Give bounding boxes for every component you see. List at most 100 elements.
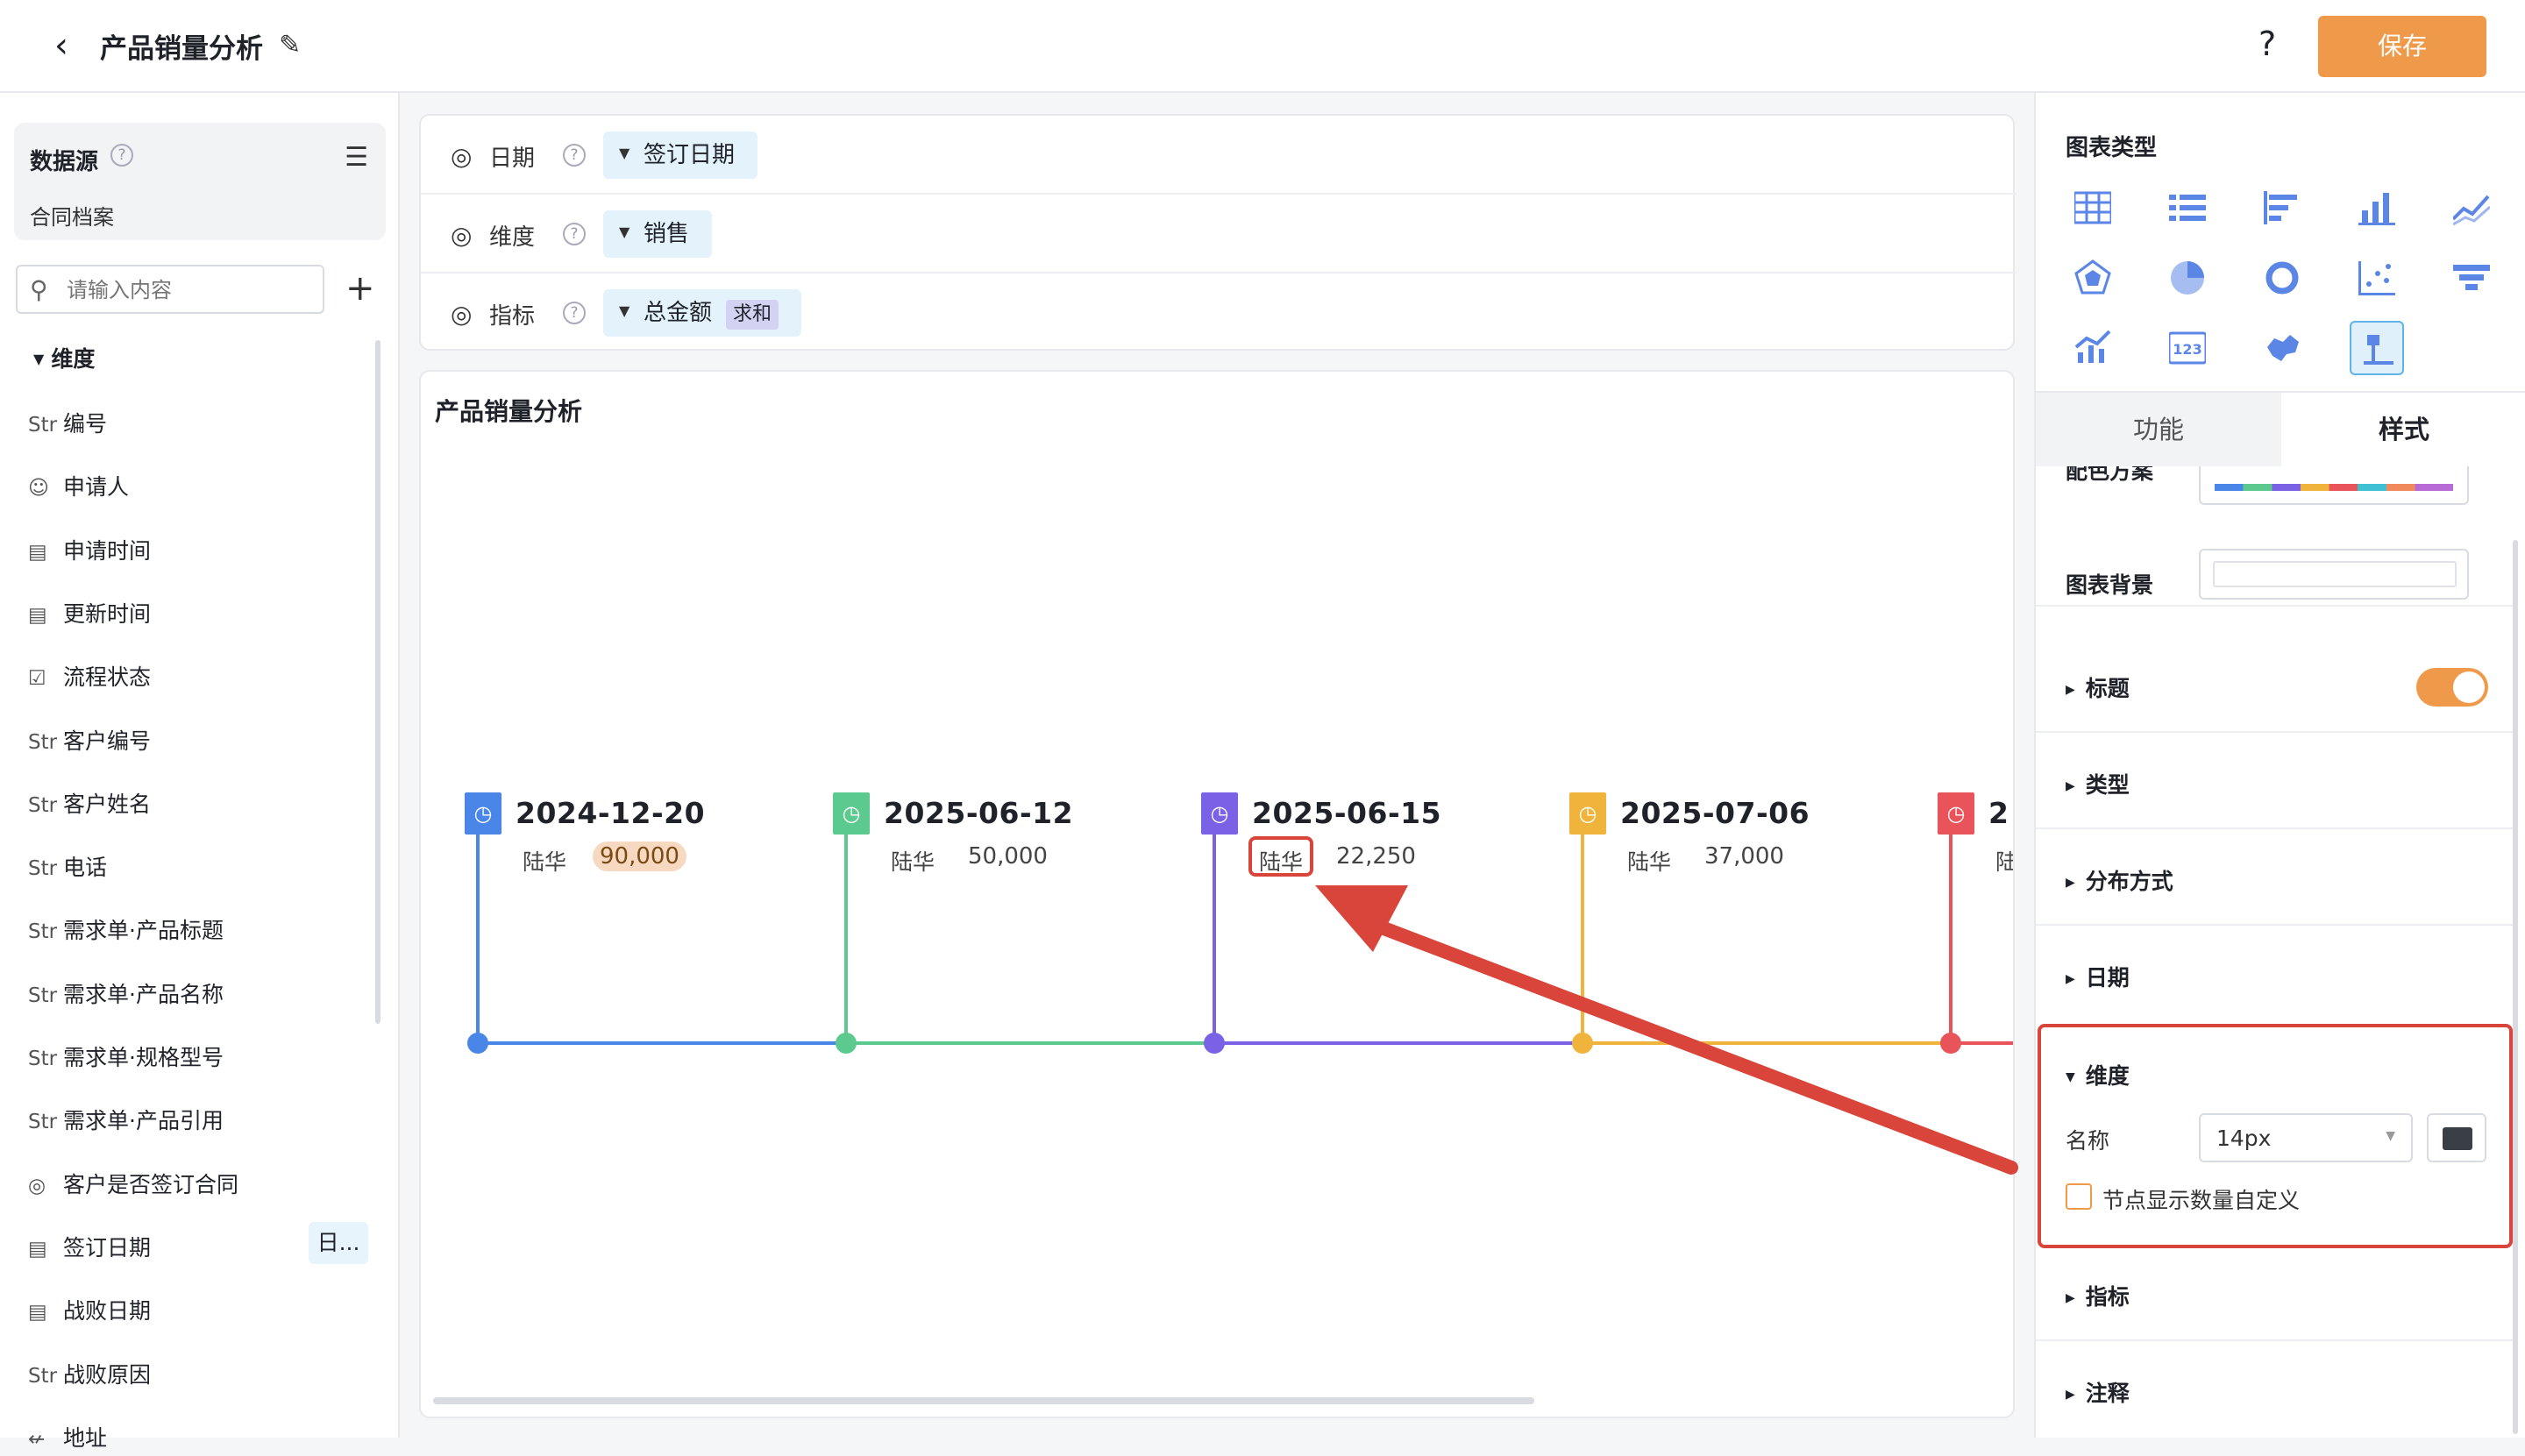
bar-horizontal-icon[interactable] — [2255, 181, 2309, 235]
svg-text:123: 123 — [2173, 341, 2201, 358]
metric-field-pill[interactable]: ▼ 总金额 求和 — [603, 289, 802, 337]
caret-down-icon: ▼ — [33, 351, 45, 367]
field-search-input[interactable] — [67, 273, 312, 307]
field-item[interactable]: ▤ 申请时间 — [28, 534, 151, 569]
help-circle-icon[interactable]: ? — [110, 144, 133, 167]
edit-pencil-icon[interactable]: ✎ — [279, 30, 301, 60]
line-chart-icon[interactable] — [2444, 181, 2499, 235]
left-scrollbar[interactable] — [375, 340, 381, 1024]
chart-config-card: ◎ 日期 ? ▼ 签订日期 ◎ 维度 ? ▼ 销售 ◎ 指标 ? ▼ 总金额 求和 — [419, 114, 2016, 351]
chart-horizontal-scrollbar[interactable] — [433, 1397, 1534, 1404]
node-date: 2 — [1988, 796, 2009, 830]
database-icon[interactable]: ☰ — [345, 142, 368, 173]
donut-chart-icon[interactable] — [2255, 251, 2309, 305]
help-circle-icon[interactable]: ? — [563, 144, 586, 167]
clock-icon: ◷ — [833, 792, 870, 835]
timeline-dot[interactable] — [1204, 1033, 1225, 1054]
field-item[interactable]: ▤ 签订日期 日... — [28, 1221, 368, 1266]
string-icon: Str — [28, 414, 58, 437]
timeline-dot[interactable] — [1572, 1033, 1593, 1054]
clock-icon: ◷ — [1938, 792, 1974, 835]
number-card-icon[interactable]: 123 — [2160, 321, 2215, 375]
radar-icon[interactable] — [2066, 251, 2120, 305]
right-panel: 图表类型 123 功能 样式 配色方案 图表背景 ▶ 标题 ▶ 类型 ▶ 分布方式 ▶… — [2034, 93, 2525, 1438]
title-section[interactable]: ▶ 标题 — [2036, 636, 2514, 733]
scatter-icon[interactable] — [2350, 251, 2404, 305]
field-item[interactable]: ↚ 地址 — [28, 1421, 107, 1456]
field-item[interactable]: Str 需求单·产品标题 — [28, 913, 224, 948]
date-section[interactable]: ▶ 日期 — [2036, 926, 2514, 1022]
field-name: 流程状态 — [63, 664, 152, 691]
toggle-knob — [2453, 671, 2485, 703]
tab-style[interactable]: 样式 — [2281, 393, 2525, 466]
list-icon[interactable] — [2160, 181, 2215, 235]
node-dimension-label: 陆华 — [1627, 849, 1672, 875]
chart-background-input[interactable] — [2199, 549, 2469, 600]
timeline-segment — [1583, 1041, 1951, 1045]
timeline-dot[interactable] — [836, 1033, 857, 1054]
target-icon: ◎ — [451, 221, 473, 250]
field-name: 编号 — [63, 411, 108, 437]
caret-down-icon: ▼ — [619, 224, 630, 240]
annotation-section[interactable]: ▶ 注释 — [2036, 1341, 2514, 1438]
field-item[interactable]: Str 战败原因 — [28, 1358, 151, 1393]
distribution-section[interactable]: ▶ 分布方式 — [2036, 829, 2514, 926]
field-item[interactable]: Str 需求单·产品名称 — [28, 977, 224, 1012]
timeline-icon[interactable] — [2350, 321, 2404, 375]
field-item[interactable]: Str 需求单·产品引用 — [28, 1104, 224, 1139]
right-scrollbar[interactable] — [2513, 540, 2518, 1434]
location-icon: ↚ — [28, 1427, 46, 1451]
annotation-highlight-box — [1248, 836, 1313, 877]
aggregation-badge[interactable]: 求和 — [726, 300, 779, 330]
datasource-card: 数据源 ? ☰ 合同档案 — [14, 123, 386, 240]
tab-function[interactable]: 功能 — [2036, 393, 2281, 466]
field-item[interactable]: ▤ 战败日期 — [28, 1294, 151, 1329]
string-icon: Str — [28, 920, 58, 944]
node-value: 90,000 — [593, 842, 686, 871]
field-item[interactable]: Str 编号 — [28, 407, 107, 442]
dimension-group-header[interactable]: ▼ 维度 — [33, 342, 95, 373]
help-circle-icon[interactable]: ? — [563, 223, 586, 245]
pie-chart-icon[interactable] — [2160, 251, 2215, 305]
node-date: 2025-06-12 — [884, 796, 1074, 830]
field-search: ⚲ — [16, 265, 324, 314]
field-type-tag[interactable]: 日... — [309, 1221, 368, 1264]
color-scheme-label: 配色方案 — [2066, 466, 2154, 484]
node-dimension-label: 陆华 — [523, 849, 567, 875]
field-item[interactable]: ◎ 客户是否签订合同 — [28, 1168, 238, 1203]
save-button[interactable]: 保存 — [2318, 16, 2486, 77]
table-icon[interactable] — [2066, 181, 2120, 235]
field-item[interactable]: Str 需求单·规格型号 — [28, 1041, 224, 1076]
panel-tabs: 功能 样式 — [2036, 391, 2525, 466]
caret-down-icon: ▼ — [619, 145, 630, 161]
color-scheme-section: 配色方案 图表背景 — [2036, 466, 2514, 607]
help-circle-icon[interactable]: ? — [563, 302, 586, 324]
timeline-dot[interactable] — [1940, 1033, 1961, 1054]
date-field-pill[interactable]: ▼ 签订日期 — [603, 131, 758, 179]
field-item[interactable]: Str 电话 — [28, 850, 107, 885]
caret-right-icon: ▶ — [2066, 876, 2075, 890]
field-item[interactable]: Str 客户编号 — [28, 724, 151, 759]
checkbox-icon: ☑ — [28, 667, 46, 691]
field-item[interactable]: ▤ 更新时间 — [28, 597, 151, 632]
timeline-dot[interactable] — [467, 1033, 488, 1054]
field-item[interactable]: ☺ 申请人 — [28, 470, 129, 505]
field-item[interactable]: ☑ 流程状态 — [28, 660, 151, 695]
add-field-button[interactable]: + — [345, 266, 375, 310]
field-item[interactable]: Str 客户姓名 — [28, 787, 151, 822]
metric-section[interactable]: ▶ 指标 — [2036, 1245, 2514, 1341]
funnel-icon[interactable] — [2444, 251, 2499, 305]
back-arrow-icon[interactable]: ‹ — [54, 28, 81, 63]
bar-chart-icon[interactable] — [2350, 181, 2404, 235]
type-section[interactable]: ▶ 类型 — [2036, 733, 2514, 829]
color-scheme-select[interactable] — [2199, 466, 2469, 505]
title-toggle[interactable] — [2416, 668, 2488, 707]
map-icon[interactable] — [2255, 321, 2309, 375]
calendar-icon: ▤ — [28, 1237, 47, 1261]
config-label: 维度 — [489, 224, 536, 251]
combo-chart-icon[interactable] — [2066, 321, 2120, 375]
dimension-field-pill[interactable]: ▼ 销售 — [603, 210, 713, 258]
help-icon[interactable]: ? — [2258, 25, 2276, 63]
caret-right-icon: ▶ — [2066, 1291, 2075, 1305]
chart-type-header: 图表类型 — [2066, 135, 2158, 161]
